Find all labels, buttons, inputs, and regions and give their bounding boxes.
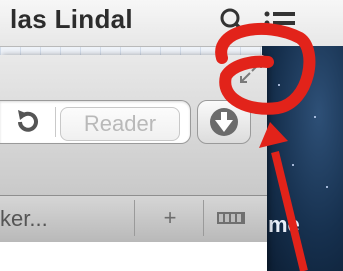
desktop-label: me	[268, 212, 300, 237]
star-dot	[278, 84, 280, 86]
downloads-button[interactable]	[197, 100, 251, 144]
star-dot	[314, 116, 316, 118]
tab-divider	[134, 200, 135, 236]
spotlight-search-icon[interactable]	[218, 6, 248, 36]
notification-list-icon[interactable]	[263, 8, 297, 38]
field-divider	[55, 107, 56, 137]
new-tab-button[interactable]: +	[142, 201, 198, 235]
tab-divider	[203, 200, 204, 236]
star-dot	[306, 66, 308, 68]
fullscreen-arrows-icon[interactable]	[238, 59, 264, 85]
reload-icon[interactable]	[14, 108, 42, 136]
download-arrow-icon	[210, 108, 238, 136]
fast-user-name[interactable]: las Lindal	[10, 4, 133, 35]
star-dot	[326, 186, 328, 188]
page-content-area	[0, 242, 267, 271]
star-dot	[292, 164, 294, 166]
reader-button[interactable]: Reader	[60, 107, 180, 141]
tab-overview-icon[interactable]	[205, 201, 257, 235]
menu-bar: las Lindal	[0, 0, 343, 47]
tab-title[interactable]: ker...	[0, 206, 48, 232]
